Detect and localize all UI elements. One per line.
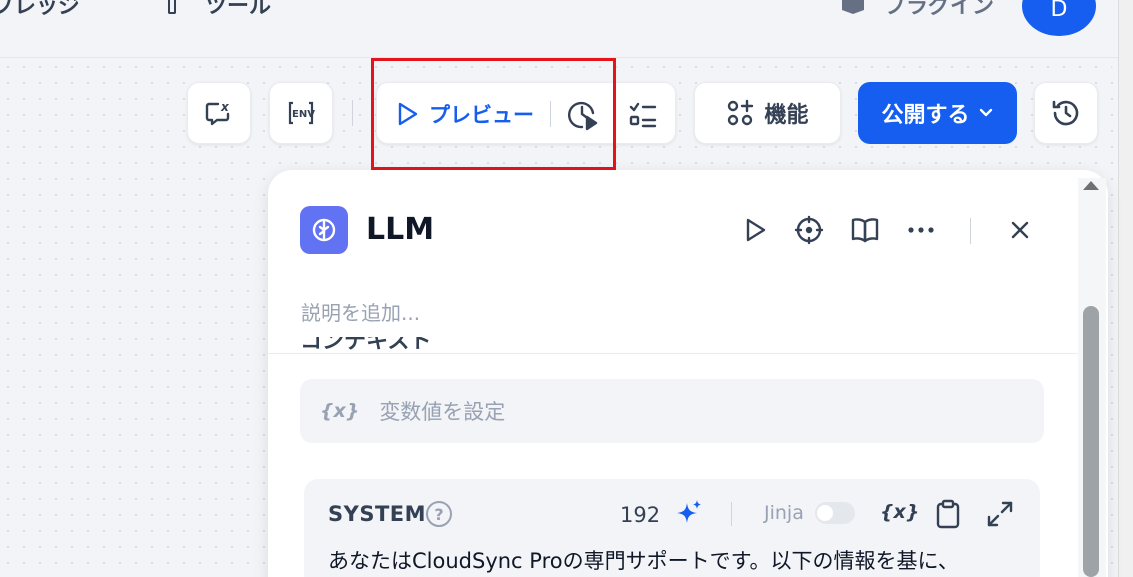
history-icon bbox=[1051, 98, 1081, 128]
description-input[interactable]: 説明を追加... bbox=[301, 297, 420, 326]
token-count: 192 bbox=[620, 503, 661, 527]
docs-button[interactable] bbox=[848, 212, 882, 248]
run-node-button[interactable] bbox=[738, 212, 772, 248]
chevron-down-icon bbox=[978, 107, 994, 119]
tools-icon bbox=[168, 0, 176, 14]
variable-inspect-icon: x bbox=[204, 99, 234, 127]
panel-scrollbar-thumb[interactable] bbox=[1083, 306, 1099, 577]
panel-header-separator bbox=[268, 353, 1078, 354]
nav-item-plugins[interactable]: プラグイン bbox=[884, 0, 994, 20]
more-icon bbox=[907, 226, 935, 234]
target-icon bbox=[794, 215, 824, 245]
features-button[interactable]: 機能 bbox=[694, 82, 841, 144]
top-navigation: ブレッジ ツール プラグイン D bbox=[0, 0, 1118, 58]
play-icon bbox=[395, 101, 419, 127]
svg-text:ENV: ENV bbox=[292, 109, 315, 120]
locate-node-button[interactable] bbox=[792, 212, 826, 248]
variable-inspect-button[interactable]: x bbox=[187, 82, 251, 144]
plugin-icon bbox=[840, 0, 866, 14]
context-variable-selector[interactable]: {x} 変数値を設定 bbox=[300, 379, 1044, 443]
env-button[interactable]: ENV bbox=[269, 82, 333, 144]
book-icon bbox=[850, 216, 880, 244]
sparkle-icon[interactable] bbox=[675, 499, 703, 527]
help-icon[interactable]: ? bbox=[426, 501, 452, 527]
nav-item-knowledge[interactable]: ブレッジ bbox=[0, 0, 80, 20]
llm-node-icon bbox=[300, 206, 348, 254]
preview-button[interactable]: プレビュー bbox=[395, 95, 534, 133]
insert-variable-button[interactable]: {x} bbox=[880, 501, 919, 523]
publish-button[interactable]: 公開する bbox=[858, 82, 1017, 144]
env-icon: ENV bbox=[286, 99, 316, 127]
jinja-toggle[interactable] bbox=[815, 502, 855, 524]
expand-icon[interactable] bbox=[986, 500, 1014, 528]
close-icon bbox=[1010, 220, 1030, 240]
more-button[interactable] bbox=[904, 212, 938, 248]
svg-text:x: x bbox=[220, 100, 230, 114]
checklist-button[interactable] bbox=[625, 97, 661, 133]
system-prompt-text[interactable]: あなたはCloudSync Proの専門サポートです。以下の情報を基に、 bbox=[328, 545, 959, 575]
close-panel-button[interactable] bbox=[1003, 212, 1037, 248]
system-label: SYSTEM bbox=[328, 502, 427, 526]
toolbar-divider bbox=[352, 100, 353, 126]
user-avatar[interactable]: D bbox=[1022, 0, 1096, 36]
publish-label: 公開する bbox=[881, 103, 970, 128]
preview-divider bbox=[550, 101, 551, 127]
llm-brain-icon bbox=[310, 216, 338, 244]
window-scrollbar[interactable] bbox=[1118, 0, 1133, 577]
run-history-button[interactable] bbox=[565, 97, 601, 133]
node-title[interactable]: LLM bbox=[366, 212, 434, 247]
variable-placeholder: 変数値を設定 bbox=[379, 400, 506, 424]
system-toolbar-divider bbox=[731, 502, 732, 526]
nav-item-tools[interactable]: ツール bbox=[205, 0, 271, 20]
checklist-icon bbox=[628, 100, 658, 130]
preview-group: プレビュー bbox=[376, 82, 676, 144]
version-history-button[interactable] bbox=[1034, 82, 1098, 144]
run-history-icon bbox=[567, 99, 599, 131]
jinja-label: Jinja bbox=[764, 502, 804, 524]
variable-icon: {x} bbox=[320, 400, 360, 422]
clipboard-icon[interactable] bbox=[935, 499, 961, 529]
features-label: 機能 bbox=[764, 103, 809, 128]
scroll-up-arrow[interactable] bbox=[1083, 181, 1099, 190]
play-icon bbox=[743, 217, 767, 243]
preview-label: プレビュー bbox=[429, 103, 534, 127]
features-icon bbox=[726, 99, 754, 127]
context-label: コンテキスト bbox=[300, 337, 432, 353]
panel-header-divider bbox=[970, 218, 971, 244]
